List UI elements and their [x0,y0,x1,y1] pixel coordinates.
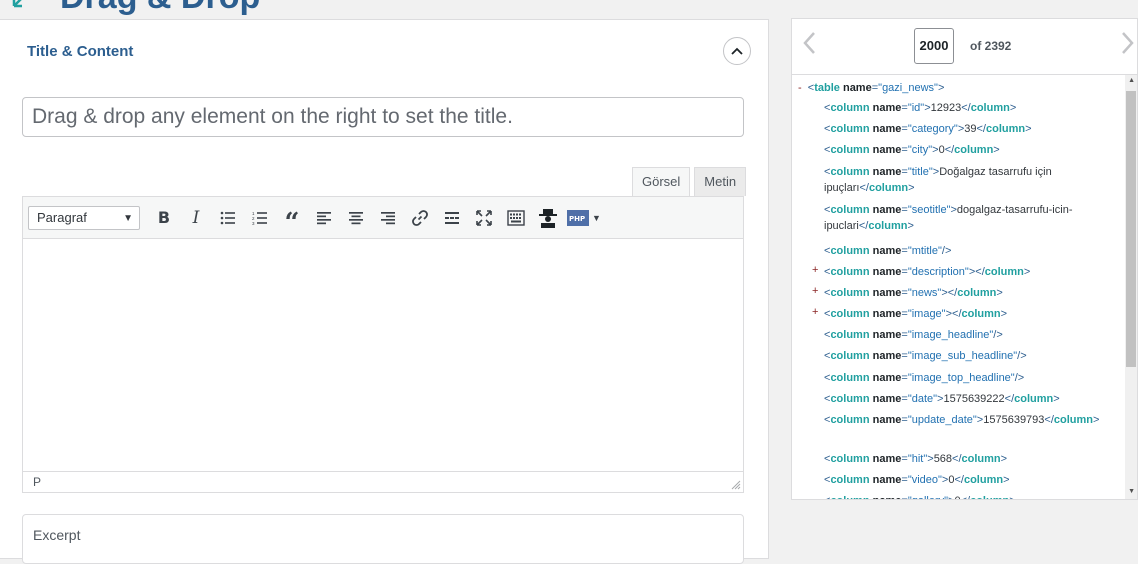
italic-icon: I [192,207,200,228]
xml-column-node[interactable]: <column name="seotitle">dogalgaz-tasarru… [824,202,1124,234]
section-title: Title & Content [27,43,134,60]
record-navigator-panel: 2000 of 2392 - <table name="gazi_news"> … [791,18,1138,500]
xml-column-node[interactable]: <column name="news"></column> [824,285,1003,301]
xml-column-node[interactable]: <column name="video">0</column> [824,472,1010,488]
expand-toggle[interactable]: + [812,285,818,297]
record-total: of 2392 [970,39,1012,53]
editor-tabs: Görsel Metin [632,167,747,196]
tab-text[interactable]: Metin [694,167,747,196]
collapse-button[interactable] [723,37,751,65]
caret-down-icon: ▼ [123,212,133,224]
read-more-icon [445,211,459,224]
align-left-icon [317,211,331,224]
tab-visual[interactable]: Görsel [632,167,691,196]
align-right-icon [381,211,395,224]
align-right-button[interactable] [372,203,404,233]
prev-record-icon[interactable] [800,29,820,59]
xml-column-node[interactable]: <column name="date">1575639222</column> [824,391,1060,407]
scroll-up-icon[interactable]: ▲ [1128,77,1135,84]
editor-status-bar: P [23,471,743,492]
title-content-panel: Title & Content Görsel Metin Paragraf ▼ … [0,19,769,564]
bold-button[interactable]: B [148,203,180,233]
bullet-list-button[interactable] [212,203,244,233]
scroll-down-icon[interactable]: ▼ [1128,488,1135,495]
format-select-value: Paragraf [37,210,87,225]
record-pager: 2000 of 2392 [792,19,1137,75]
xml-column-node[interactable]: <column name="gallery">0</column> [824,493,1016,499]
title-input[interactable] [22,97,744,137]
xml-column-node[interactable]: <column name="mtitle"/> [824,243,951,259]
xml-column-node[interactable]: <column name="image_headline"/> [824,327,1003,343]
spy-icon [539,208,557,228]
align-center-button[interactable] [340,203,372,233]
xml-column-node[interactable]: <column name="hit">568</column> [824,451,1007,467]
editor-toolbar: Paragraf ▼ B I 123 “ PHP ▼ [23,197,743,239]
xml-tree: - <table name="gazi_news"> <column name=… [792,75,1125,499]
xml-column-node[interactable]: <column name="description"></column> [824,264,1030,280]
blockquote-icon: “ [284,207,300,238]
fullscreen-icon [476,209,492,226]
align-center-icon [349,211,363,224]
php-button[interactable]: PHP ▼ [564,203,604,233]
link-button[interactable] [404,203,436,233]
numbered-list-button[interactable]: 123 [244,203,276,233]
blockquote-button[interactable]: “ [276,203,308,238]
align-left-button[interactable] [308,203,340,233]
link-icon [412,209,428,226]
toolbar-toggle-icon [507,209,525,226]
php-icon: PHP [567,209,590,226]
svg-text:3: 3 [252,221,255,225]
bold-icon: B [157,208,171,227]
collapse-toggle[interactable]: - [798,82,802,94]
format-select[interactable]: Paragraf ▼ [28,205,140,230]
chevron-up-icon [731,47,743,55]
toolbar-toggle-button[interactable] [500,203,532,233]
xml-column-node[interactable]: <column name="update_date">1575639793</c… [824,412,1114,428]
excerpt-box[interactable]: Excerpt [22,514,744,564]
next-record-icon[interactable] [1117,29,1137,59]
xml-column-node[interactable]: <column name="image_sub_headline"/> [824,348,1027,364]
drag-drop-icon [12,0,22,8]
xml-column-node[interactable]: <column name="image_top_headline"/> [824,370,1024,386]
expand-toggle[interactable]: + [812,264,818,276]
content-editor: Paragraf ▼ B I 123 “ PHP ▼ P [22,196,744,493]
xml-table-node[interactable]: - <table name="gazi_news"> [798,80,944,96]
xml-column-node[interactable]: <column name="id">12923</column> [824,100,1016,116]
svg-text:PHP: PHP [569,215,585,223]
element-path[interactable]: P [33,475,41,489]
record-number-input[interactable]: 2000 [914,28,954,64]
bullet-list-icon [220,211,235,224]
spy-button[interactable] [532,203,564,233]
fullscreen-button[interactable] [468,203,500,233]
xml-scrollbar-thumb[interactable] [1126,91,1136,367]
xml-column-node[interactable]: <column name="image"></column> [824,306,1007,322]
caret-down-icon: ▼ [592,212,601,223]
excerpt-label: Excerpt [33,527,81,543]
xml-column-node[interactable]: <column name="city">0</column> [824,142,1000,158]
xml-column-node[interactable]: <column name="title">Doğalgaz tasarrufu … [824,164,1124,196]
read-more-button[interactable] [436,203,468,233]
page-title: Drag & Drop [60,0,260,17]
resize-handle-icon[interactable] [731,480,741,490]
expand-toggle[interactable]: + [812,306,818,318]
italic-button[interactable]: I [180,203,212,233]
editor-content-area[interactable] [23,239,743,472]
numbered-list-icon: 123 [252,211,267,225]
xml-column-node[interactable]: <column name="category">39</column> [824,121,1032,137]
table-name: gazi_news [882,82,935,94]
